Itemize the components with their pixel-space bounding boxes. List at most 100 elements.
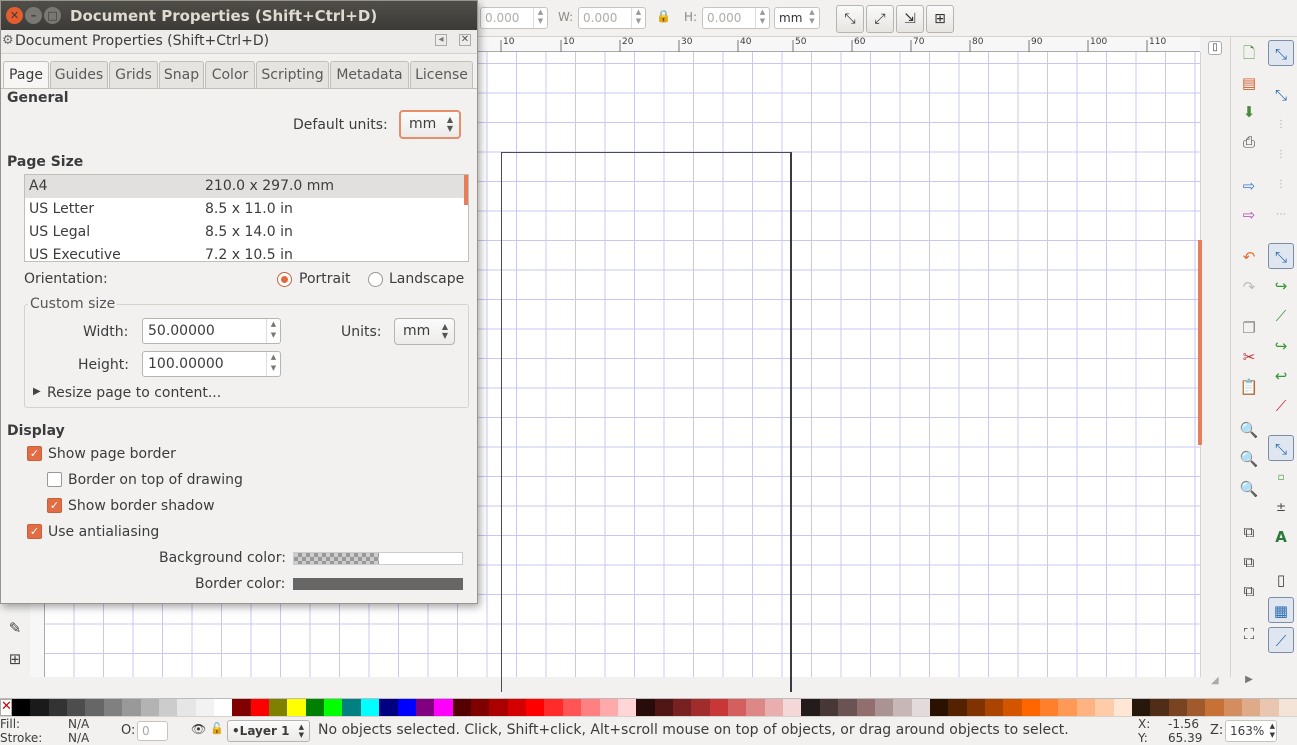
- tab-metadata[interactable]: Metadata: [330, 61, 409, 88]
- color-swatch[interactable]: [507, 699, 527, 716]
- layer-lock-icon[interactable]: 🔓: [210, 722, 224, 735]
- color-swatch[interactable]: [728, 699, 747, 716]
- default-units-select[interactable]: mm ▲ ▼: [399, 110, 461, 139]
- color-swatch[interactable]: [1003, 699, 1022, 716]
- snap-page-border-icon[interactable]: ▯: [1268, 567, 1294, 593]
- color-swatch[interactable]: [929, 699, 949, 716]
- snap-rotation-centers-icon[interactable]: ±: [1268, 494, 1294, 520]
- color-swatch[interactable]: [305, 699, 325, 716]
- color-swatch[interactable]: [195, 699, 214, 716]
- color-swatch[interactable]: [67, 699, 86, 716]
- color-swatch[interactable]: [856, 699, 875, 716]
- x-field[interactable]: 0.000 ▲ ▼: [480, 7, 548, 29]
- color-swatch[interactable]: [287, 699, 306, 716]
- list-item[interactable]: A4 210.0 x 297.0 mm: [25, 175, 468, 198]
- snap-guides-icon[interactable]: ⟋: [1268, 627, 1294, 653]
- color-swatch[interactable]: [1058, 699, 1077, 716]
- color-swatch[interactable]: [140, 699, 159, 716]
- layer-select[interactable]: •Layer 1 ▲ ▼: [227, 720, 310, 742]
- color-swatch[interactable]: [30, 699, 49, 716]
- snap-bbox-icon[interactable]: ⤡: [1268, 82, 1294, 108]
- zoom-page-icon[interactable]: 🔍: [1236, 476, 1262, 502]
- color-swatch[interactable]: [819, 699, 839, 716]
- color-swatch[interactable]: [1223, 699, 1243, 716]
- border-on-top-checkbox[interactable]: [47, 472, 62, 487]
- color-swatch[interactable]: [562, 699, 582, 716]
- height-field[interactable]: 100.00000 ▲ ▼: [142, 351, 281, 377]
- color-swatch[interactable]: [1131, 699, 1151, 716]
- color-swatch[interactable]: [893, 699, 912, 716]
- color-swatch[interactable]: [544, 699, 563, 716]
- color-swatch[interactable]: [415, 699, 435, 716]
- clone-icon[interactable]: ⧉: [1236, 549, 1262, 575]
- color-swatch[interactable]: [1187, 699, 1206, 716]
- export-icon[interactable]: ⇨: [1236, 202, 1262, 228]
- duplicate-icon[interactable]: ⧉: [1236, 519, 1262, 545]
- color-swatch[interactable]: [213, 699, 233, 716]
- list-item[interactable]: US Letter 8.5 x 11.0 in: [25, 198, 468, 221]
- color-swatch[interactable]: [1168, 699, 1187, 716]
- color-swatch[interactable]: [783, 699, 802, 716]
- color-swatch[interactable]: [1076, 699, 1096, 716]
- color-swatch[interactable]: [1021, 699, 1041, 716]
- list-item[interactable]: US Legal 8.5 x 14.0 in: [25, 221, 468, 244]
- redo-icon[interactable]: ↷: [1236, 274, 1262, 300]
- lock-icon[interactable]: 🔒: [656, 9, 671, 23]
- color-swatch[interactable]: [489, 699, 508, 716]
- color-swatch[interactable]: [158, 699, 178, 716]
- color-swatch[interactable]: [1278, 699, 1297, 716]
- zoom-spinner[interactable]: ▲ ▼: [1270, 722, 1275, 740]
- scroll-top-icon[interactable]: ▯: [1208, 41, 1222, 55]
- snap-bbox-corners-icon[interactable]: ⋮: [1268, 142, 1294, 168]
- print-icon[interactable]: ⎙: [1236, 129, 1262, 155]
- color-swatch[interactable]: [672, 699, 692, 716]
- resize-to-content-expander[interactable]: Resize page to content...: [47, 385, 221, 401]
- snap-bbox-edges-icon[interactable]: ⋮: [1268, 112, 1294, 138]
- background-color-button[interactable]: [293, 552, 463, 565]
- color-swatch[interactable]: [379, 699, 398, 716]
- no-paint-swatch[interactable]: ✕: [0, 699, 12, 716]
- tab-page[interactable]: Page: [3, 61, 49, 89]
- color-swatch[interactable]: [250, 699, 270, 716]
- color-swatch[interactable]: [1260, 699, 1279, 716]
- color-swatch[interactable]: [342, 699, 361, 716]
- vertical-scroll-thumb[interactable]: [1198, 240, 1202, 445]
- color-swatch[interactable]: [636, 699, 655, 716]
- snap-others-icon[interactable]: ⤡: [1268, 435, 1294, 461]
- paste-icon[interactable]: 📋: [1236, 374, 1262, 400]
- color-swatch[interactable]: [452, 699, 471, 716]
- color-swatch[interactable]: [269, 699, 288, 716]
- color-swatch[interactable]: [526, 699, 545, 716]
- snap-bbox-centers-icon[interactable]: ⋯: [1268, 202, 1294, 228]
- list-item[interactable]: US Executive 7.2 x 10.5 in: [25, 244, 468, 261]
- snap-line-midpoints-icon[interactable]: ⟋: [1268, 393, 1294, 419]
- color-swatch[interactable]: [85, 699, 104, 716]
- transform-patterns-button[interactable]: ⊞: [926, 5, 954, 33]
- color-swatch[interactable]: [1150, 699, 1169, 716]
- color-swatch[interactable]: [581, 699, 600, 716]
- tab-license[interactable]: License: [410, 61, 473, 88]
- more-chevron-icon[interactable]: ▶: [1236, 667, 1262, 693]
- border-color-button[interactable]: [293, 578, 463, 590]
- color-swatch[interactable]: [985, 699, 1004, 716]
- color-swatch[interactable]: [122, 699, 141, 716]
- close-window-icon[interactable]: ✕: [6, 7, 23, 24]
- color-swatch[interactable]: [911, 699, 930, 716]
- color-swatch[interactable]: [324, 699, 343, 716]
- copy-icon[interactable]: ❐: [1236, 315, 1262, 341]
- dialog-titlebar[interactable]: ✕ – □ Document Properties (Shift+Ctrl+D): [1, 1, 477, 30]
- color-swatch[interactable]: [232, 699, 251, 716]
- color-swatch[interactable]: [177, 699, 196, 716]
- scale-corners-button[interactable]: ⤢: [866, 5, 894, 33]
- minimize-window-icon[interactable]: –: [25, 7, 42, 24]
- zoom-drawing-icon[interactable]: 🔍: [1236, 446, 1262, 472]
- snap-bbox-midpoints-icon[interactable]: ⋮: [1268, 172, 1294, 198]
- portrait-radio[interactable]: [277, 272, 292, 287]
- color-swatch[interactable]: [12, 699, 31, 716]
- color-swatch[interactable]: [1242, 699, 1261, 716]
- zoom-selection-icon[interactable]: 🔍: [1236, 417, 1262, 443]
- expander-arrow-icon[interactable]: ▶: [33, 386, 41, 397]
- h-field[interactable]: 0.000 ▲ ▼: [702, 7, 770, 29]
- color-swatch[interactable]: [838, 699, 857, 716]
- snap-object-centers-icon[interactable]: ▫: [1268, 465, 1294, 491]
